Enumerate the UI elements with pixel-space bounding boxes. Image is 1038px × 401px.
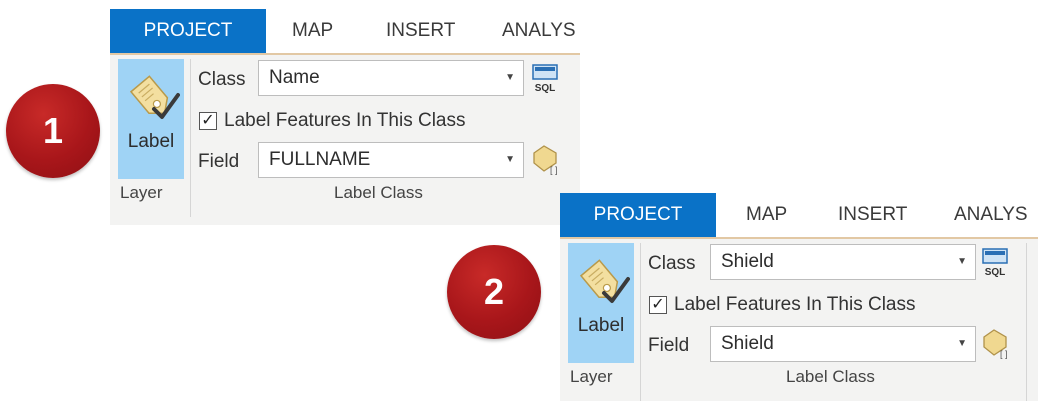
chevron-down-icon: ▼ [957,338,967,349]
tab-map[interactable]: MAP [292,9,333,53]
group-label-label-class: Label Class [334,183,423,202]
field-dropdown[interactable]: Shield ▼ [710,326,976,362]
chevron-down-icon: ▼ [505,72,515,83]
step-badge-1-number: 1 [42,110,64,151]
tab-project[interactable]: PROJECT [110,9,266,53]
step-badge-2-number: 2 [483,271,505,312]
class-dropdown-value: Name [269,67,320,88]
group-label-layer: Layer [120,183,163,202]
label-button[interactable]: Label [568,243,634,363]
ribbon-panel: Label Layer Class Name ▼ SQL ✓ Label Fea… [110,55,580,225]
label-features-text: Label Features In This Class [674,294,916,315]
ribbon-tabs: PROJECT MAP INSERT ANALYS [560,193,1038,239]
tab-map[interactable]: MAP [746,193,787,237]
class-label: Class [198,69,246,90]
sql-icon-text: SQL [985,267,1006,277]
expression-icon[interactable]: [ ] [980,327,1012,361]
field-dropdown-value: FULLNAME [269,149,371,170]
chevron-down-icon: ▼ [505,154,515,165]
label-features-checkbox[interactable]: ✓ [649,296,667,314]
label-tag-icon [579,259,630,303]
step-badge-2: 2 [447,245,541,339]
sql-query-icon[interactable]: SQL [530,63,560,93]
group-separator [190,59,191,217]
field-label: Field [198,151,240,172]
tab-insert[interactable]: INSERT [386,9,455,53]
sql-icon-text: SQL [535,83,556,93]
tab-insert[interactable]: INSERT [838,193,907,237]
svg-text:[ ]: [ ] [550,165,558,175]
field-dropdown-value: Shield [721,333,774,354]
class-dropdown-value: Shield [721,251,774,272]
tab-analysis[interactable]: ANALYS [502,9,576,53]
step-badge-1: 1 [6,84,100,178]
ribbon-1: PROJECT MAP INSERT ANALYS Label Layer Cl… [110,9,580,225]
class-dropdown[interactable]: Shield ▼ [710,244,976,280]
label-features-checkbox[interactable]: ✓ [199,112,217,130]
label-button-label: Label [127,131,175,152]
label-button[interactable]: Label [118,59,184,179]
ribbon-tabs: PROJECT MAP INSERT ANALYS [110,9,580,55]
expression-icon[interactable]: [ ] [530,143,562,177]
class-dropdown[interactable]: Name ▼ [258,60,524,96]
class-label: Class [648,253,696,274]
label-features-text: Label Features In This Class [224,110,466,131]
tab-analysis[interactable]: ANALYS [954,193,1028,237]
group-label-layer: Layer [570,367,613,386]
label-tag-icon [129,75,180,119]
sql-query-icon[interactable]: SQL [980,247,1010,277]
field-dropdown[interactable]: FULLNAME ▼ [258,142,524,178]
svg-text:[ ]: [ ] [1000,349,1008,359]
chevron-down-icon: ▼ [957,256,967,267]
field-label: Field [648,335,690,356]
group-separator [640,243,641,401]
ribbon-panel: Label Layer Class Shield ▼ SQL ✓ Label F… [560,239,1038,401]
tab-project[interactable]: PROJECT [560,193,716,237]
ribbon-2: PROJECT MAP INSERT ANALYS Label Layer Cl… [560,193,1038,401]
group-label-label-class: Label Class [786,367,875,386]
group-separator-right [1026,243,1027,401]
label-button-label: Label [577,315,625,336]
